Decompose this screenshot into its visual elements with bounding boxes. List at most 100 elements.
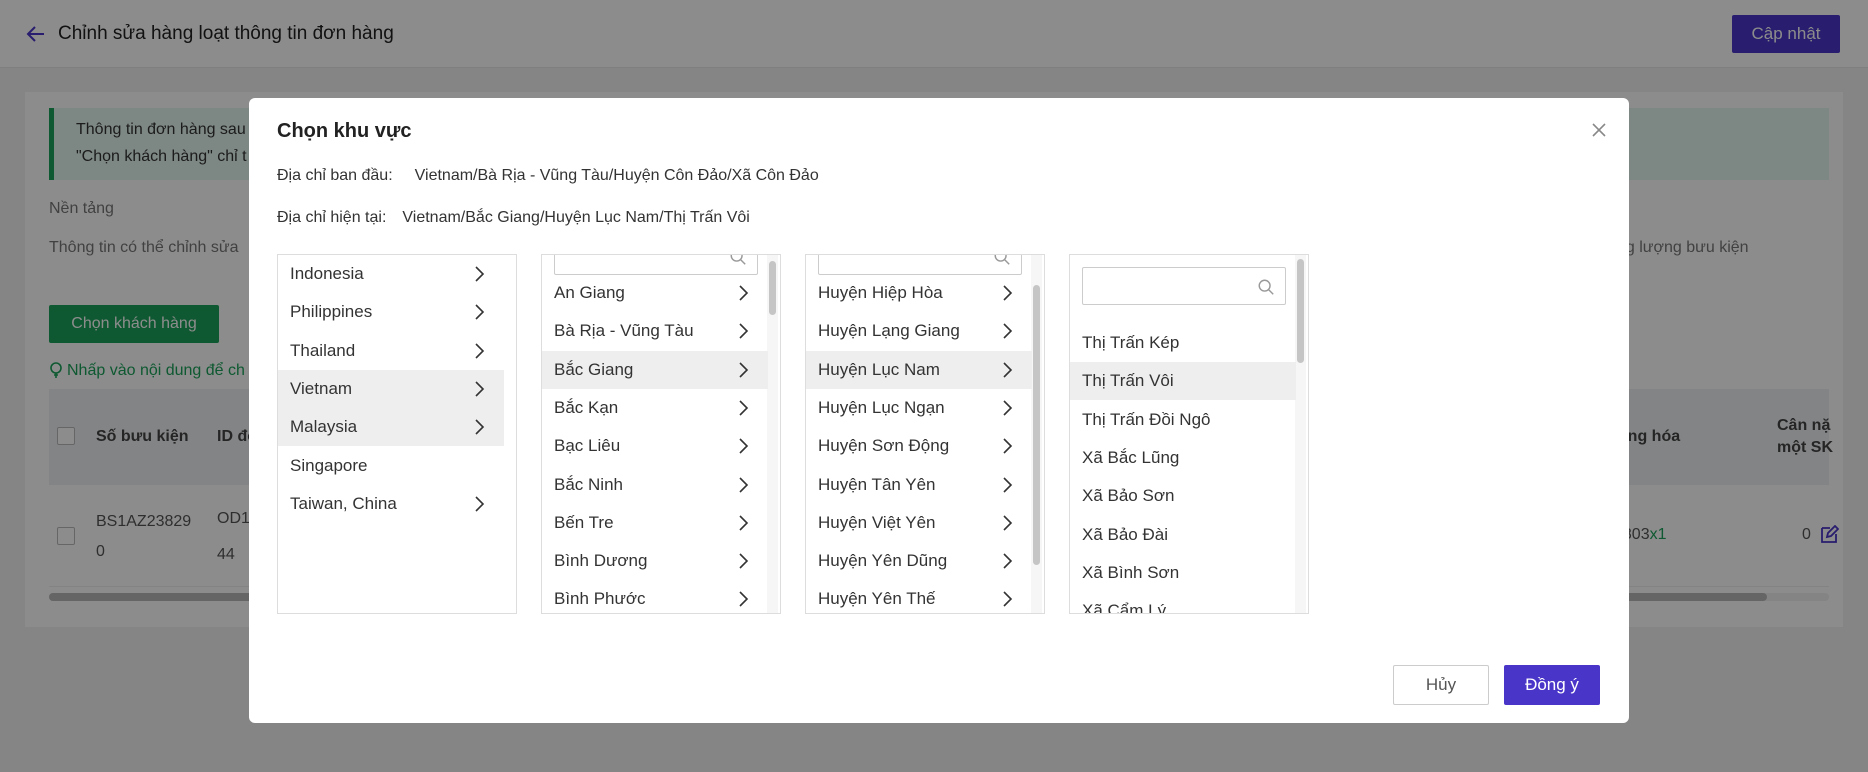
chevron-right-icon [1003,553,1013,569]
province-item[interactable]: Bắc Kạn [542,389,768,427]
chevron-right-icon [1003,400,1013,416]
district-item-label: Huyện Yên Thế [818,589,936,609]
country-item-label: Vietnam [290,378,353,398]
district-item[interactable]: Huyện Yên Dũng [806,542,1032,580]
country-item[interactable]: Thailand [278,332,504,370]
chevron-right-icon [1003,476,1013,493]
confirm-button[interactable]: Đồng ý [1504,665,1600,705]
district-item[interactable]: Huyện Tân Yên [806,466,1032,504]
current-address-label: Địa chỉ hiện tại: [277,209,387,226]
country-item[interactable]: Philippines [278,293,504,331]
close-icon[interactable] [1589,120,1609,140]
country-item[interactable]: Malaysia [278,408,504,447]
chevron-right-icon [739,400,749,416]
town-scrollbar-thumb[interactable] [1297,259,1304,363]
province-item-label: Bà Rịa - Vũng Tàu [554,321,694,341]
country-item[interactable]: Taiwan, China [278,485,504,523]
province-item-label: Bình Dương [554,551,648,571]
province-item[interactable]: Bến Tre [542,504,768,542]
chevron-right-icon [1003,362,1013,378]
country-item[interactable]: Vietnam [278,369,504,408]
district-search-input[interactable] [818,255,1022,275]
district-item-label: Huyện Hiệp Hòa [818,283,943,302]
district-item[interactable]: Huyện Sơn Động [806,427,1032,465]
chevron-right-icon [739,438,749,454]
country-item-label: Indonesia [290,264,364,283]
province-item[interactable]: An Giang [542,274,768,312]
chevron-right-icon [475,496,485,512]
province-item[interactable]: Bà Rịa - Vũng Tàu [542,312,768,350]
province-item[interactable]: Bình Dương [542,542,768,580]
province-item[interactable]: Bạc Liêu [542,427,768,465]
current-address-value: Vietnam/Bắc Giang/Huyện Lục Nam/Thị Trấn… [402,209,750,226]
chevron-right-icon [1003,438,1013,454]
district-item[interactable]: Huyện Lạng Giang [806,312,1032,350]
district-item[interactable]: Huyện Hiệp Hòa [806,274,1032,312]
country-item[interactable]: Indonesia [278,255,504,293]
current-address-row: Địa chỉ hiện tại: Vietnam/Bắc Giang/Huyện… [277,207,750,229]
country-item-label: Philippines [290,302,373,322]
province-item-label: Bến Tre [554,512,614,532]
chevron-right-icon [1003,285,1013,301]
original-address-label: Địa chỉ ban đầu: [277,167,393,184]
province-column: An Giang Bà Rịa - Vũng Tàu Bắc Giang Bắc Kạ… [541,254,781,614]
town-item[interactable]: Thị Trấn Vôi [1070,362,1296,401]
chevron-right-icon [739,323,749,339]
original-address-value: Vietnam/Bà Rịa - Vũng Tàu/Huyện Côn Đảo/… [414,167,819,184]
chevron-right-icon [1003,515,1013,531]
district-item[interactable]: Huyện Yên Thế [806,580,1032,613]
district-item-label: Huyện Lạng Giang [818,321,960,341]
chevron-right-icon [739,591,749,607]
chevron-right-icon [475,304,485,320]
province-item[interactable]: Bình Phước [542,580,768,613]
town-item[interactable]: Xã Bảo Đài [1070,516,1296,554]
town-item[interactable]: Xã Bình Sơn [1070,554,1296,592]
province-search-input[interactable] [554,255,758,275]
original-address-row: Địa chỉ ban đầu: Vietnam/Bà Rịa - Vũng Tà… [277,165,819,187]
chevron-right-icon [475,266,485,282]
town-item[interactable]: Xã Bắc Lũng [1070,439,1296,477]
province-item[interactable]: Bắc Giang [542,350,768,389]
district-column: Huyện Hiệp Hòa Huyện Lạng Giang Huyện Lục … [805,254,1045,614]
chevron-right-icon [739,476,749,493]
chevron-right-icon [1003,591,1013,607]
country-item-label: Malaysia [290,417,358,437]
town-item-label: Xã Bắc Lũng [1082,447,1180,467]
province-item-label: Bình Phước [554,589,646,609]
search-icon [730,255,746,265]
town-item[interactable]: Xã Bảo Sơn [1070,477,1296,515]
district-item-label: Huyện Việt Yên [818,512,936,532]
search-icon [1258,279,1274,295]
district-item-label: Huyện Lục Ngạn [818,397,945,417]
district-scrollbar-thumb[interactable] [1033,285,1040,565]
province-item[interactable]: Bắc Ninh [542,466,768,504]
cancel-button[interactable]: Hủy [1393,665,1489,705]
chevron-right-icon [475,381,485,397]
town-item-label: Xã Bình Sơn [1082,562,1180,582]
chevron-right-icon [739,553,749,569]
province-scrollbar-thumb[interactable] [769,261,776,315]
country-column: Indonesia Philippines Thailand Vietnam Malay… [277,254,517,614]
chevron-right-icon [739,515,749,531]
province-item-label: Bắc Kạn [554,397,619,417]
province-item-label: Bạc Liêu [554,436,621,456]
town-item[interactable]: Thị Trấn Kép [1070,324,1296,362]
country-item[interactable]: Singapore [278,447,504,485]
district-item-label: Huyện Lục Nam [818,359,940,379]
town-item-label: Thị Trấn Kép [1082,333,1180,352]
town-search-input[interactable] [1082,267,1286,305]
district-item[interactable]: Huyện Lục Nam [806,350,1032,389]
district-item[interactable]: Huyện Việt Yên [806,504,1032,542]
district-item-label: Huyện Yên Dũng [818,551,948,571]
district-item[interactable]: Huyện Lục Ngạn [806,389,1032,427]
town-item-label: Xã Bảo Sơn [1082,486,1175,506]
town-item[interactable]: Thị Trấn Đồi Ngô [1070,401,1296,439]
region-picker-dialog: Chọn khu vực Địa chỉ ban đầu: Vietnam/Bà … [249,98,1629,723]
town-item-label: Thị Trấn Vôi [1082,371,1174,391]
country-item-label: Thailand [290,340,356,360]
district-item-label: Huyện Sơn Động [818,436,950,456]
search-icon [994,255,1010,265]
district-item-label: Huyện Tân Yên [818,474,936,494]
town-item[interactable]: Xã Cẩm Lý [1070,592,1296,613]
chevron-right-icon [1003,323,1013,339]
